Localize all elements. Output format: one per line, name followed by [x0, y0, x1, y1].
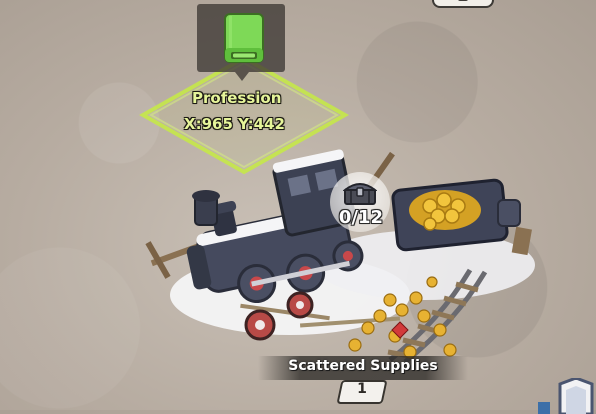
site-name: Scattered Supplies — [288, 358, 438, 374]
shield-icon[interactable] — [538, 378, 596, 414]
chest-icon — [343, 183, 377, 205]
book-icon — [224, 13, 264, 63]
site-level: 1 — [357, 381, 367, 397]
profession-marker[interactable] — [197, 4, 285, 81]
profession-coords: X:965 Y:442 — [184, 115, 285, 133]
top-tab[interactable] — [432, 0, 494, 8]
supply-count: 0/12 — [338, 207, 384, 228]
profession-title: Profession — [192, 89, 282, 107]
site-name-plate: Scattered Supplies — [258, 356, 468, 380]
